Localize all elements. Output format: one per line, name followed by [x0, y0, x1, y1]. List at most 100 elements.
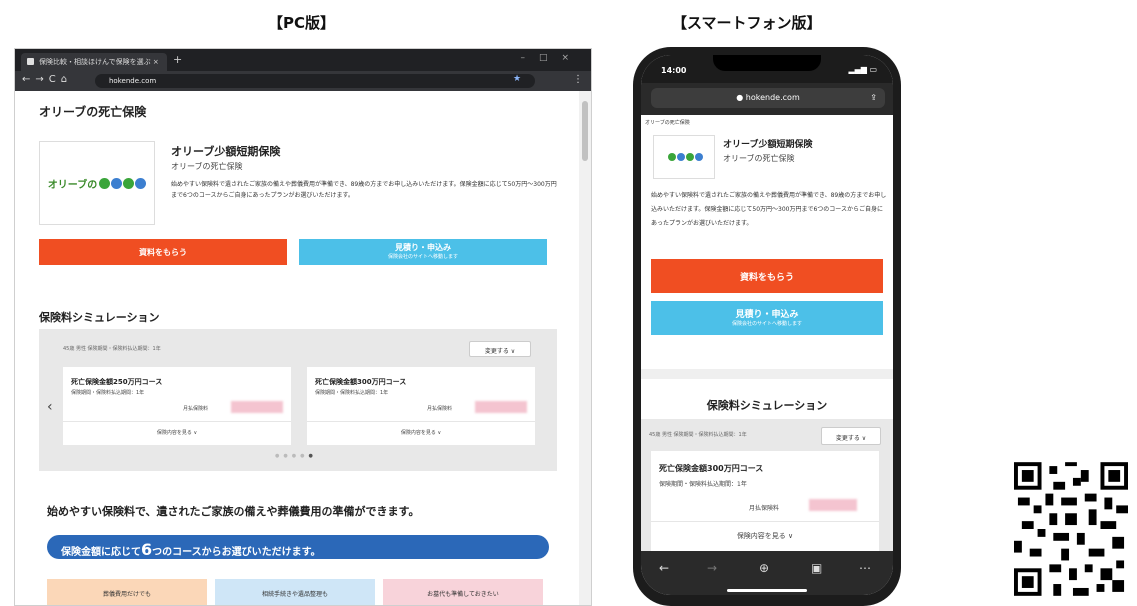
monthly-premium-value-blurred	[809, 499, 857, 511]
navigation-icons[interactable]: ←→C⌂	[22, 74, 72, 85]
request-docs-label: 資料をもらう	[139, 248, 187, 257]
section-separator	[641, 369, 893, 379]
mobile-url-text: hokende.com	[745, 93, 800, 102]
quote-button[interactable]: 見積り・申込み 保険会社のサイトへ移動します	[299, 239, 547, 265]
feature-card: お墓代も準備しておきたい	[383, 579, 543, 605]
carousel-prev-icon[interactable]: ‹	[47, 399, 53, 415]
new-tab-icon[interactable]: +	[173, 53, 182, 66]
menu-icon[interactable]: ⋮	[573, 74, 583, 85]
catch-copy: 始めやすい保険料で、遺されたご家族の備えや葬儀費用の準備ができます。	[47, 505, 420, 518]
monthly-premium-value-blurred	[231, 401, 283, 413]
smartphone-version-label: 【スマートフォン版】	[672, 14, 822, 32]
feature-card: 相続手続きや遺品整理も	[215, 579, 375, 605]
smartphone-screen: 14:00 ▂▄▆ ▭ ● hokende.com ⇪ オリーブの死亡保険 オリ…	[641, 55, 893, 595]
home-indicator	[727, 589, 807, 592]
screenshot-root: 【PC版】 【スマートフォン版】 保険比較・相談ほけんで保険を選ぶ × + –□…	[0, 0, 1137, 606]
view-details-link[interactable]: 保険内容を見る ∨	[63, 429, 291, 436]
banner-number: 6	[141, 540, 153, 559]
monthly-premium-label: 月払保険料	[749, 505, 780, 512]
quote-button[interactable]: 見積り・申込み 保険会社のサイトへ移動します	[651, 301, 883, 335]
url-field[interactable]: hokende.com	[95, 74, 535, 88]
lock-icon: ●	[736, 93, 746, 102]
course-name: 死亡保険金額300万円コース	[315, 378, 407, 386]
browser-tab[interactable]: 保険比較・相談ほけんで保険を選ぶ ×	[21, 53, 167, 71]
card-divider	[307, 421, 535, 422]
monthly-premium-value-blurred	[475, 401, 527, 413]
view-details-link[interactable]: 保険内容を見る ∨	[651, 531, 879, 541]
simulation-heading: 保険料シミュレーション	[39, 311, 160, 324]
product-name: オリーブ少額短期保険	[171, 145, 281, 158]
status-bar: 14:00 ▂▄▆ ▭	[641, 55, 893, 83]
product-description: 始めやすい保険料で遺されたご家族の備えや葬儀費用が準備でき、89歳の方までお申し…	[651, 192, 887, 227]
monthly-premium-label: 月払保険料	[183, 406, 209, 412]
request-docs-label: 資料をもらう	[739, 273, 794, 283]
window-controls[interactable]: –□×	[520, 53, 583, 63]
page-title: オリーブの死亡保険	[39, 105, 147, 119]
simulation-conditions: 45歳 男性 保険期間・保険料払込期間：1年	[63, 346, 161, 352]
mobile-toolbar: ← → ⊕ ▣ ⋯	[641, 551, 893, 595]
quote-sublabel: 保険会社のサイトへ移動します	[387, 254, 458, 260]
browser-tab-bar: 保険比較・相談ほけんで保険を選ぶ × + –□×	[15, 49, 591, 71]
product-description: 始めやすい保険料で遺されたご家族の備えや葬儀費用が準備でき、89歳の方までお申し…	[171, 181, 557, 199]
simulation-conditions: 45歳 男性 保険期間・保険料払込期間：1年	[649, 432, 747, 438]
logo-emblem-icon	[99, 177, 147, 189]
course-card: 死亡保険金額300万円コース 保険期間・保険料払込期間：1年 月払保険料 保険内…	[307, 367, 535, 445]
courses-banner: 保険金額に応じて6つのコースからお選びいただけます。	[47, 535, 549, 559]
course-card: 死亡保険金額250万円コース 保険期間・保険料払込期間：1年 月払保険料 保険内…	[63, 367, 291, 445]
change-conditions-button[interactable]: 変更する ∨	[821, 427, 881, 445]
quote-label: 見積り・申込み	[735, 310, 799, 320]
scrollbar-thumb[interactable]	[582, 101, 588, 161]
change-conditions-button[interactable]: 変更する ∨	[469, 341, 531, 357]
pc-version-label: 【PC版】	[268, 14, 336, 32]
mobile-page-content: オリーブの死亡保険 オリーブ少額短期保険 オリーブの死亡保険 始めやすい保険料で…	[641, 115, 893, 557]
signal-battery-icon: ▂▄▆ ▭	[848, 65, 877, 74]
banner-prefix: 保険金額に応じて	[61, 547, 141, 558]
mobile-address-bar: ● hokende.com ⇪	[641, 83, 893, 115]
forward-icon[interactable]: →	[707, 561, 717, 575]
course-period: 保険期間・保険料払込期間：1年	[659, 481, 747, 488]
product-logo: オリーブの	[39, 141, 155, 225]
more-icon[interactable]: ⋯	[859, 561, 871, 575]
simulation-panel: 45歳 男性 保険期間・保険料払込期間：1年 変更する ∨ ‹ 死亡保険金額25…	[39, 329, 557, 471]
quote-label: 見積り・申込み	[395, 243, 451, 252]
feature-card: 葬儀費用だけでも	[47, 579, 207, 605]
breadcrumb: オリーブの死亡保険	[645, 120, 690, 126]
product-category: オリーブの死亡保険	[171, 162, 243, 171]
smartphone-frame: 14:00 ▂▄▆ ▭ ● hokende.com ⇪ オリーブの死亡保険 オリ…	[633, 47, 901, 606]
course-card: 死亡保険金額300万円コース 保険期間・保険料払込期間：1年 月払保険料 保険内…	[651, 451, 879, 557]
mobile-url-field[interactable]: ● hokende.com	[651, 88, 885, 108]
simulation-panel: 45歳 男性 保険期間・保険料払込期間：1年 変更する ∨ 死亡保険金額300万…	[641, 419, 893, 557]
pc-page-content: オリーブの死亡保険 オリーブの オリーブ少額短期保険 オリーブの死亡保険 始めや…	[15, 91, 581, 605]
simulation-heading: 保険料シミュレーション	[706, 399, 828, 412]
product-name: オリーブ少額短期保険	[723, 140, 813, 150]
favicon-icon	[27, 58, 34, 65]
card-divider	[651, 521, 879, 522]
course-period: 保険期間・保険料払込期間：1年	[71, 390, 145, 396]
card-divider	[63, 421, 291, 422]
notch	[713, 55, 821, 71]
logo-emblem-icon	[667, 153, 703, 161]
course-period: 保険期間・保険料払込期間：1年	[315, 390, 389, 396]
request-docs-button[interactable]: 資料をもらう	[39, 239, 287, 265]
monthly-premium-label: 月払保険料	[427, 406, 453, 412]
course-name: 死亡保険金額250万円コース	[71, 378, 163, 386]
tabs-icon[interactable]: ▣	[811, 561, 822, 575]
back-icon[interactable]: ←	[659, 561, 669, 575]
new-tab-icon[interactable]: ⊕	[759, 561, 769, 575]
status-time: 14:00	[661, 66, 687, 75]
logo-text: オリーブの	[47, 179, 98, 191]
share-icon[interactable]: ⇪	[870, 93, 877, 102]
quote-sublabel: 保険会社のサイトへ移動します	[731, 321, 802, 327]
product-category: オリーブの死亡保険	[723, 154, 795, 163]
request-docs-button[interactable]: 資料をもらう	[651, 259, 883, 293]
course-name: 死亡保険金額300万円コース	[659, 464, 764, 473]
url-text: hokende.com	[109, 77, 157, 85]
address-bar: ←→C⌂ hokende.com ★ ⋮	[15, 71, 591, 91]
qr-code	[1014, 462, 1128, 596]
view-details-link[interactable]: 保険内容を見る ∨	[307, 429, 535, 436]
product-logo	[653, 135, 715, 179]
tab-title: 保険比較・相談ほけんで保険を選ぶ ×	[39, 58, 159, 66]
bookmark-star-icon[interactable]: ★	[513, 74, 521, 84]
carousel-pagination[interactable]: ●●●●●	[275, 453, 317, 459]
scrollbar[interactable]	[579, 91, 591, 605]
